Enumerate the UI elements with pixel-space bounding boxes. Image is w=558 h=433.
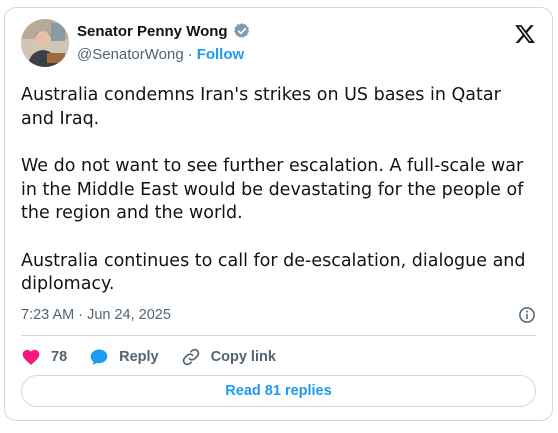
speech-bubble-icon [90, 349, 108, 365]
tweet-paragraph: Australia continues to call for de-escal… [21, 250, 526, 295]
tweet-meta-row: 7:23 AM · Jun 24, 2025 [21, 306, 536, 324]
info-icon[interactable] [518, 306, 536, 324]
follow-button[interactable]: Follow [197, 46, 245, 63]
like-button[interactable]: 78 [21, 347, 67, 367]
avatar[interactable] [21, 19, 69, 67]
tweet-paragraph: Australia condemns Iran's strikes on US … [21, 85, 501, 129]
copy-link-button[interactable]: Copy link [181, 347, 276, 367]
likes-count: 78 [51, 349, 68, 365]
tweet-timestamp[interactable]: 7:23 AM · Jun 24, 2025 [21, 307, 171, 323]
handle-separator: · [187, 46, 193, 63]
author-name-row: Senator Penny Wong [77, 22, 251, 40]
reply-button[interactable]: Reply [89, 347, 159, 367]
tweet-paragraph: We do not want to see further escalation… [21, 156, 524, 223]
heart-icon [22, 349, 40, 365]
divider [21, 335, 536, 336]
verified-badge-icon [233, 23, 249, 38]
read-replies-button[interactable]: Read 81 replies [21, 375, 536, 407]
read-replies-label: Read 81 replies [225, 383, 332, 399]
link-icon [182, 348, 199, 366]
tweet-actions: 78 Reply Copy link [21, 347, 298, 367]
author-handle[interactable]: @SenatorWong [77, 46, 184, 63]
tweet-text: Australia condemns Iran's strikes on US … [21, 84, 537, 321]
reply-label: Reply [119, 349, 159, 365]
tweet-card: Senator Penny Wong @SenatorWong · Follow… [4, 7, 553, 421]
copy-link-label: Copy link [210, 349, 276, 365]
author-name[interactable]: Senator Penny Wong [77, 23, 228, 40]
author-handle-row: @SenatorWong · Follow [77, 46, 244, 63]
x-logo-icon[interactable] [514, 23, 536, 45]
